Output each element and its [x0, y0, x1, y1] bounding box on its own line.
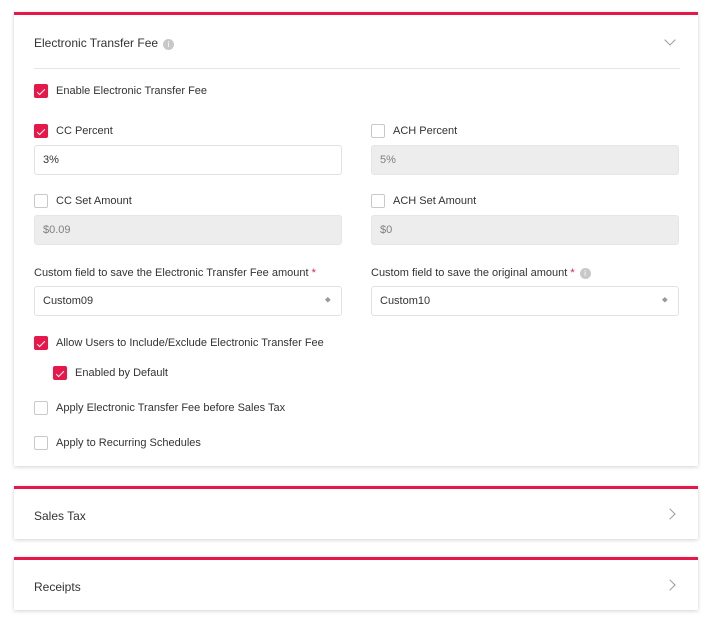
panel-title: Electronic Transfer Fee i [34, 36, 175, 50]
allow-users-checkbox[interactable]: Allow Users to Include/Exclude Electroni… [34, 336, 324, 350]
enabled-by-default-label: Enabled by Default [75, 367, 168, 379]
select-arrows-icon: ⯁ [661, 296, 668, 305]
ach-percent-input: 5% [371, 145, 679, 175]
chevron-down-icon[interactable] [664, 34, 676, 46]
checkbox-unchecked-icon[interactable] [34, 436, 48, 450]
ach-set-amount-checkbox[interactable]: ACH Set Amount [371, 194, 476, 208]
chevron-right-icon[interactable] [664, 579, 676, 591]
custom-original-field-select[interactable]: Custom10 ⯁ [371, 286, 679, 316]
enable-electronic-transfer-fee-checkbox[interactable]: Enable Electronic Transfer Fee [34, 84, 207, 98]
chevron-right-icon[interactable] [664, 508, 676, 520]
custom-original-field-label-text: Custom field to save the original amount [371, 267, 568, 279]
apply-before-sales-tax-label: Apply Electronic Transfer Fee before Sal… [56, 402, 286, 414]
checkbox-checked-icon[interactable] [34, 124, 48, 138]
ach-set-amount-input: $0 [371, 215, 679, 245]
required-mark: * [311, 267, 316, 279]
apply-before-sales-tax-checkbox[interactable]: Apply Electronic Transfer Fee before Sal… [34, 401, 285, 415]
checkbox-checked-icon[interactable] [34, 84, 48, 98]
required-mark: * [570, 267, 575, 279]
custom-original-field-label: Custom field to save the original amount… [371, 267, 591, 279]
enable-electronic-transfer-fee-label: Enable Electronic Transfer Fee [56, 85, 208, 97]
checkbox-unchecked-icon[interactable] [34, 194, 48, 208]
allow-users-label: Allow Users to Include/Exclude Electroni… [56, 337, 324, 349]
receipts-title: Receipts [34, 580, 81, 594]
custom-fee-field-label: Custom field to save the Electronic Tran… [34, 267, 316, 279]
checkbox-unchecked-icon[interactable] [371, 194, 385, 208]
info-icon[interactable]: i [163, 39, 175, 50]
custom-fee-field-value: Custom09 [43, 295, 94, 307]
checkbox-unchecked-icon[interactable] [34, 401, 48, 415]
apply-recurring-checkbox[interactable]: Apply to Recurring Schedules [34, 436, 201, 450]
checkbox-checked-icon[interactable] [34, 336, 48, 350]
apply-recurring-label: Apply to Recurring Schedules [56, 437, 201, 449]
electronic-transfer-fee-header[interactable]: Electronic Transfer Fee i [14, 15, 698, 67]
ach-percent-checkbox[interactable]: ACH Percent [371, 124, 457, 138]
cc-percent-input[interactable]: 3% [34, 145, 342, 175]
checkbox-checked-icon[interactable] [53, 366, 67, 380]
cc-percent-label: CC Percent [56, 125, 113, 137]
sales-tax-title: Sales Tax [34, 509, 86, 523]
custom-original-field-value: Custom10 [380, 295, 431, 307]
cc-set-amount-input: $0.09 [34, 215, 342, 245]
ach-percent-label: ACH Percent [393, 125, 458, 137]
enabled-by-default-checkbox[interactable]: Enabled by Default [53, 366, 168, 380]
custom-fee-field-label-text: Custom field to save the Electronic Tran… [34, 267, 309, 279]
cc-percent-checkbox[interactable]: CC Percent [34, 124, 113, 138]
sales-tax-panel[interactable]: Sales Tax [14, 486, 698, 539]
cc-set-amount-label: CC Set Amount [56, 195, 132, 207]
select-arrows-icon: ⯁ [324, 296, 331, 305]
electronic-transfer-fee-panel: Electronic Transfer Fee i Enable Electron… [14, 12, 698, 466]
info-icon[interactable]: i [579, 268, 591, 279]
ach-set-amount-label: ACH Set Amount [393, 195, 477, 207]
panel-title-text: Electronic Transfer Fee [34, 36, 159, 50]
custom-fee-field-select[interactable]: Custom09 ⯁ [34, 286, 342, 316]
receipts-panel[interactable]: Receipts [14, 557, 698, 610]
checkbox-unchecked-icon[interactable] [371, 124, 385, 138]
divider [34, 68, 680, 69]
cc-set-amount-checkbox[interactable]: CC Set Amount [34, 194, 132, 208]
